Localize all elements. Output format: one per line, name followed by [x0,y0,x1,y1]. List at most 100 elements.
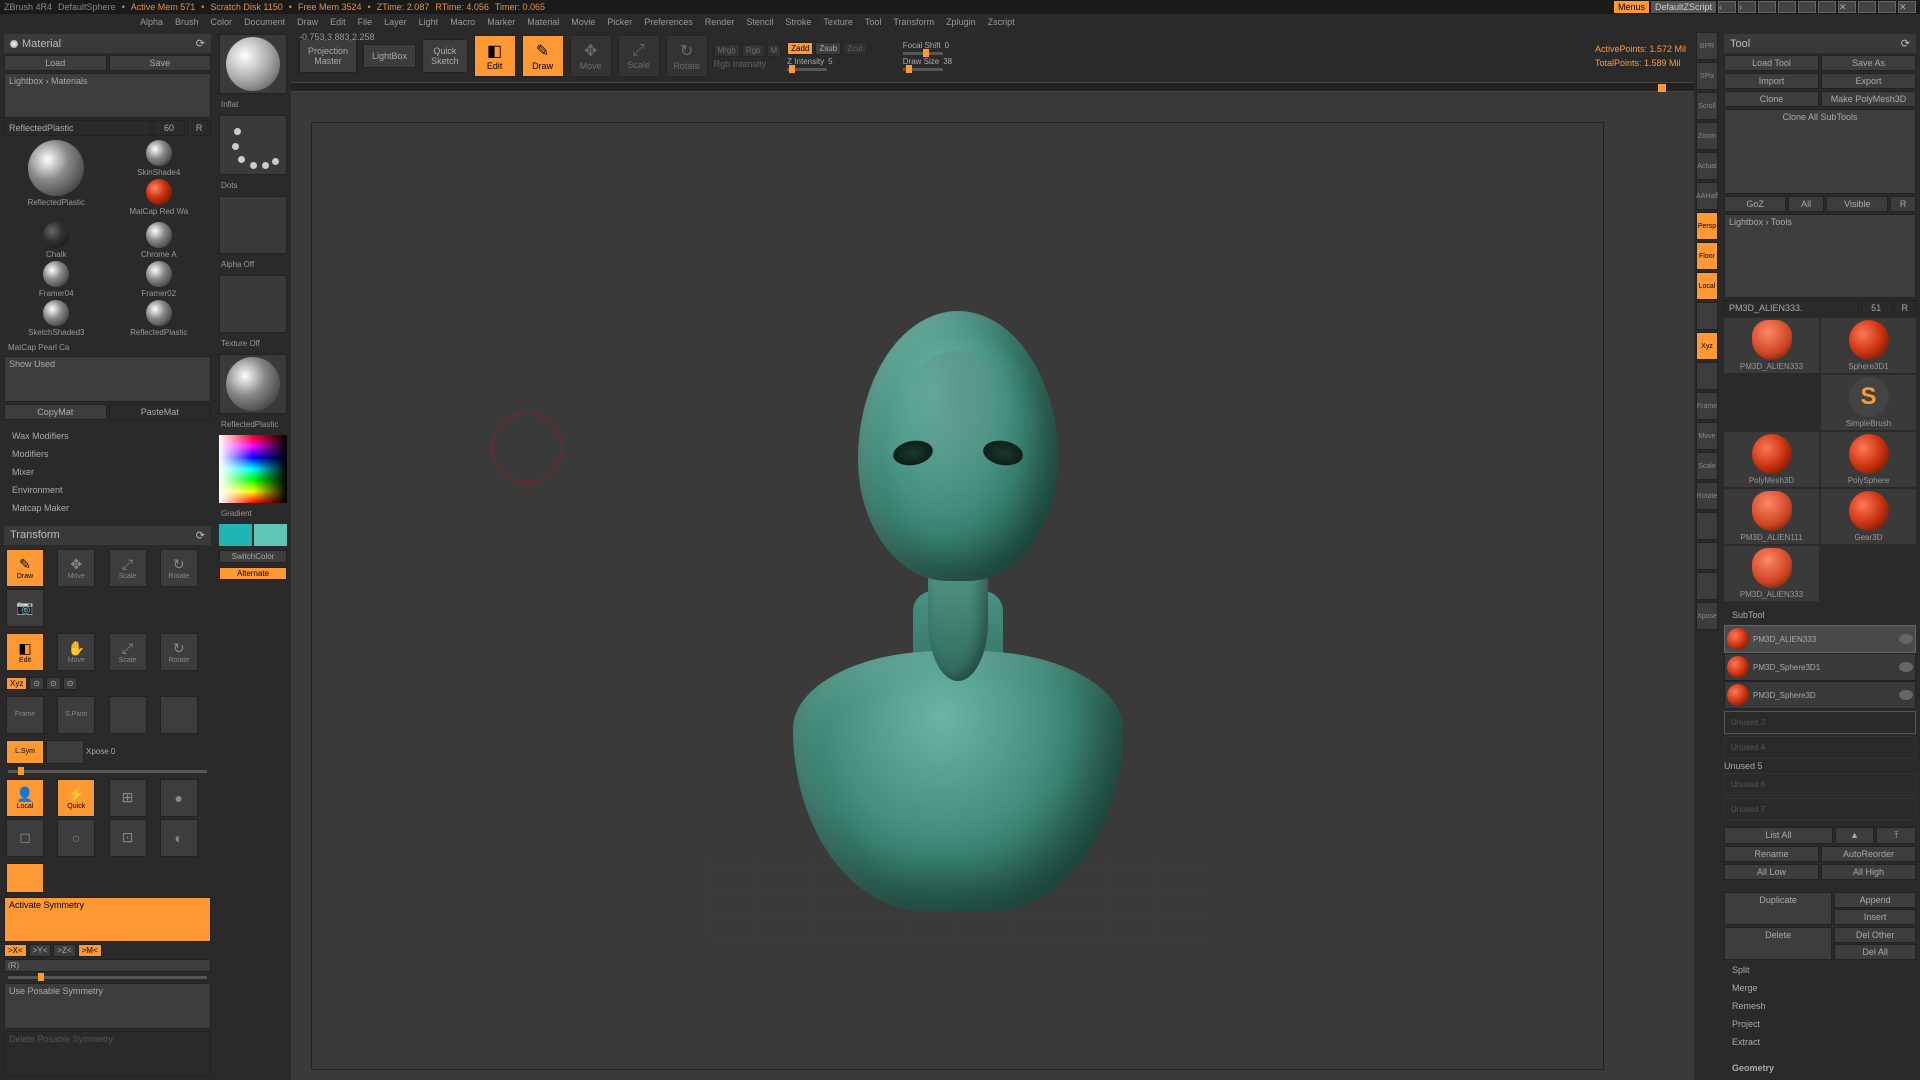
xyz-toggle[interactable]: Xyz [6,677,27,690]
spivot-btn[interactable]: S.Pivot [57,696,95,734]
local-btn[interactable]: 👤Local [6,779,44,817]
mixer[interactable]: Mixer [4,464,211,480]
window-close2-icon[interactable]: ✕ [1898,1,1916,13]
axis-btn-3[interactable]: ⊙ [63,677,78,690]
collapse-icon[interactable]: ⟳ [1901,37,1910,50]
menus-button[interactable]: Menus [1614,1,1649,13]
del-other[interactable]: Del Other [1834,927,1916,943]
timeline-ruler[interactable] [291,82,1694,92]
material-swatch-1[interactable] [146,140,172,166]
subtool-row[interactable]: PM3D_Sphere3D [1724,681,1916,709]
load-tool[interactable]: Load Tool [1724,55,1819,71]
menu-alpha[interactable]: Alpha [140,17,163,27]
camera-btn[interactable]: 📷 [6,589,44,627]
tool-thumb-4[interactable]: PolySphere [1821,432,1916,487]
brush-preview[interactable]: .inflat{background:radial-gradient(circl… [219,34,287,94]
current-tool[interactable]: PM3D_ALIEN333. [1724,300,1859,316]
tool-thumb-7[interactable]: PM3D_ALIEN333 [1724,546,1819,601]
material-swatch-9[interactable] [146,300,172,326]
color-picker[interactable] [219,435,287,503]
window-min-icon[interactable] [1778,1,1796,13]
mrgb-btn[interactable]: Mrgb [714,44,740,57]
material-swatch-6[interactable] [43,261,69,287]
menu-marker[interactable]: Marker [487,17,515,27]
tool-thumb-2[interactable]: SimpleBrush [1821,375,1916,430]
m-btn[interactable]: M [767,44,782,57]
edit-mode-btn[interactable]: ◧Edit [6,633,44,671]
remesh-section[interactable]: Remesh [1724,998,1916,1014]
material-swatch-5[interactable] [146,222,172,248]
window-close-icon[interactable]: ✕ [1838,1,1856,13]
quick-btn[interactable]: ⚡Quick [57,779,95,817]
tool-thumb-5[interactable]: PM3D_ALIEN111 [1724,489,1819,544]
goz-visible[interactable]: Visible [1826,196,1888,212]
z-intensity-slider[interactable] [787,68,827,71]
goz-all[interactable]: All [1788,196,1824,212]
menu-preferences[interactable]: Preferences [644,17,693,27]
pastemat-button[interactable]: PasteMat [109,404,212,420]
reflected-field[interactable]: ReflectedPlastic [4,120,151,136]
project-section[interactable]: Project [1724,1016,1916,1032]
grid1-btn[interactable]: ⊞ [109,779,147,817]
goz-btn[interactable]: GoZ [1724,196,1786,212]
arrow-up[interactable]: ▲ [1835,827,1875,844]
duplicate-btn[interactable]: Duplicate [1724,892,1832,925]
nav-local[interactable]: Local [1696,272,1718,300]
material-swatch-3[interactable] [146,179,172,205]
tool-thumb-1[interactable]: Sphere3D1 [1821,318,1916,373]
list-all[interactable]: List All [1724,827,1833,844]
lightbox-tools[interactable]: Lightbox › Tools [1724,214,1916,299]
scale-top-btn[interactable]: ⤢Scale [618,35,660,77]
nav-move[interactable]: Move [1696,422,1718,450]
window-btn-icon[interactable] [1798,1,1816,13]
cube-btn[interactable]: ◻ [6,819,44,857]
all-high[interactable]: All High [1821,864,1916,880]
material-swatch-4[interactable] [43,222,69,248]
gradient-label[interactable]: Gradient [219,507,287,520]
clone-all-subtools[interactable]: Clone All SubTools [1724,109,1916,194]
goz-r[interactable]: R [1890,196,1916,212]
nav-persp[interactable]: Persp [1696,212,1718,240]
move2-btn[interactable]: ✋Move [57,633,95,671]
nav-xyz[interactable]: Xyz [1696,332,1718,360]
make-polymesh[interactable]: Make PolyMesh3D [1821,91,1916,107]
lightbox-btn[interactable]: LightBox [363,44,416,68]
menu-transform[interactable]: Transform [893,17,934,27]
menu-layer[interactable]: Layer [384,17,407,27]
nav-blank[interactable] [1696,302,1718,330]
menu-macro[interactable]: Macro [450,17,475,27]
sym-m[interactable]: >M< [78,944,102,957]
nav-scale[interactable]: Scale [1696,452,1718,480]
window-btn2-icon[interactable] [1818,1,1836,13]
move-mode-btn[interactable]: ✥Move [57,549,95,587]
posable-symmetry[interactable]: Use Posable Symmetry [4,983,211,1028]
ptsel-btn[interactable]: ⊡ [109,819,147,857]
menu-document[interactable]: Document [244,17,285,27]
material-swatch-8[interactable] [43,300,69,326]
copymat-button[interactable]: CopyMat [4,404,107,420]
menu-stencil[interactable]: Stencil [746,17,773,27]
menu-tool[interactable]: Tool [865,17,882,27]
menu-material[interactable]: Material [527,17,559,27]
show-used[interactable]: Show Used [4,356,211,401]
subtool-row[interactable]: PM3D_ALIEN333 [1724,625,1916,653]
nav-frame[interactable]: Frame [1696,392,1718,420]
all-low[interactable]: All Low [1724,864,1819,880]
switch-color[interactable]: SwitchColor [219,550,287,563]
menu-zscript[interactable]: Zscript [988,17,1015,27]
nav-actual[interactable]: Actual [1696,152,1718,180]
tool-r[interactable]: R [1894,300,1916,316]
nav-blank[interactable] [1696,512,1718,540]
unused-3[interactable]: Unused 3 [1724,711,1916,734]
menu-file[interactable]: File [358,17,373,27]
stroke-preview[interactable] [219,115,287,175]
alpha-preview[interactable] [219,196,287,254]
export-btn[interactable]: Export [1821,73,1916,89]
arrow-up2[interactable]: ⤒ [1876,827,1916,844]
texture-preview[interactable] [219,275,287,333]
load-button[interactable]: Load [4,55,107,71]
tool-thumb-0[interactable]: PM3D_ALIEN333 [1724,318,1819,373]
sym-y[interactable]: >Y< [29,944,52,957]
rename-btn[interactable]: Rename [1724,846,1819,862]
nav-scroll[interactable]: Scroll [1696,92,1718,120]
